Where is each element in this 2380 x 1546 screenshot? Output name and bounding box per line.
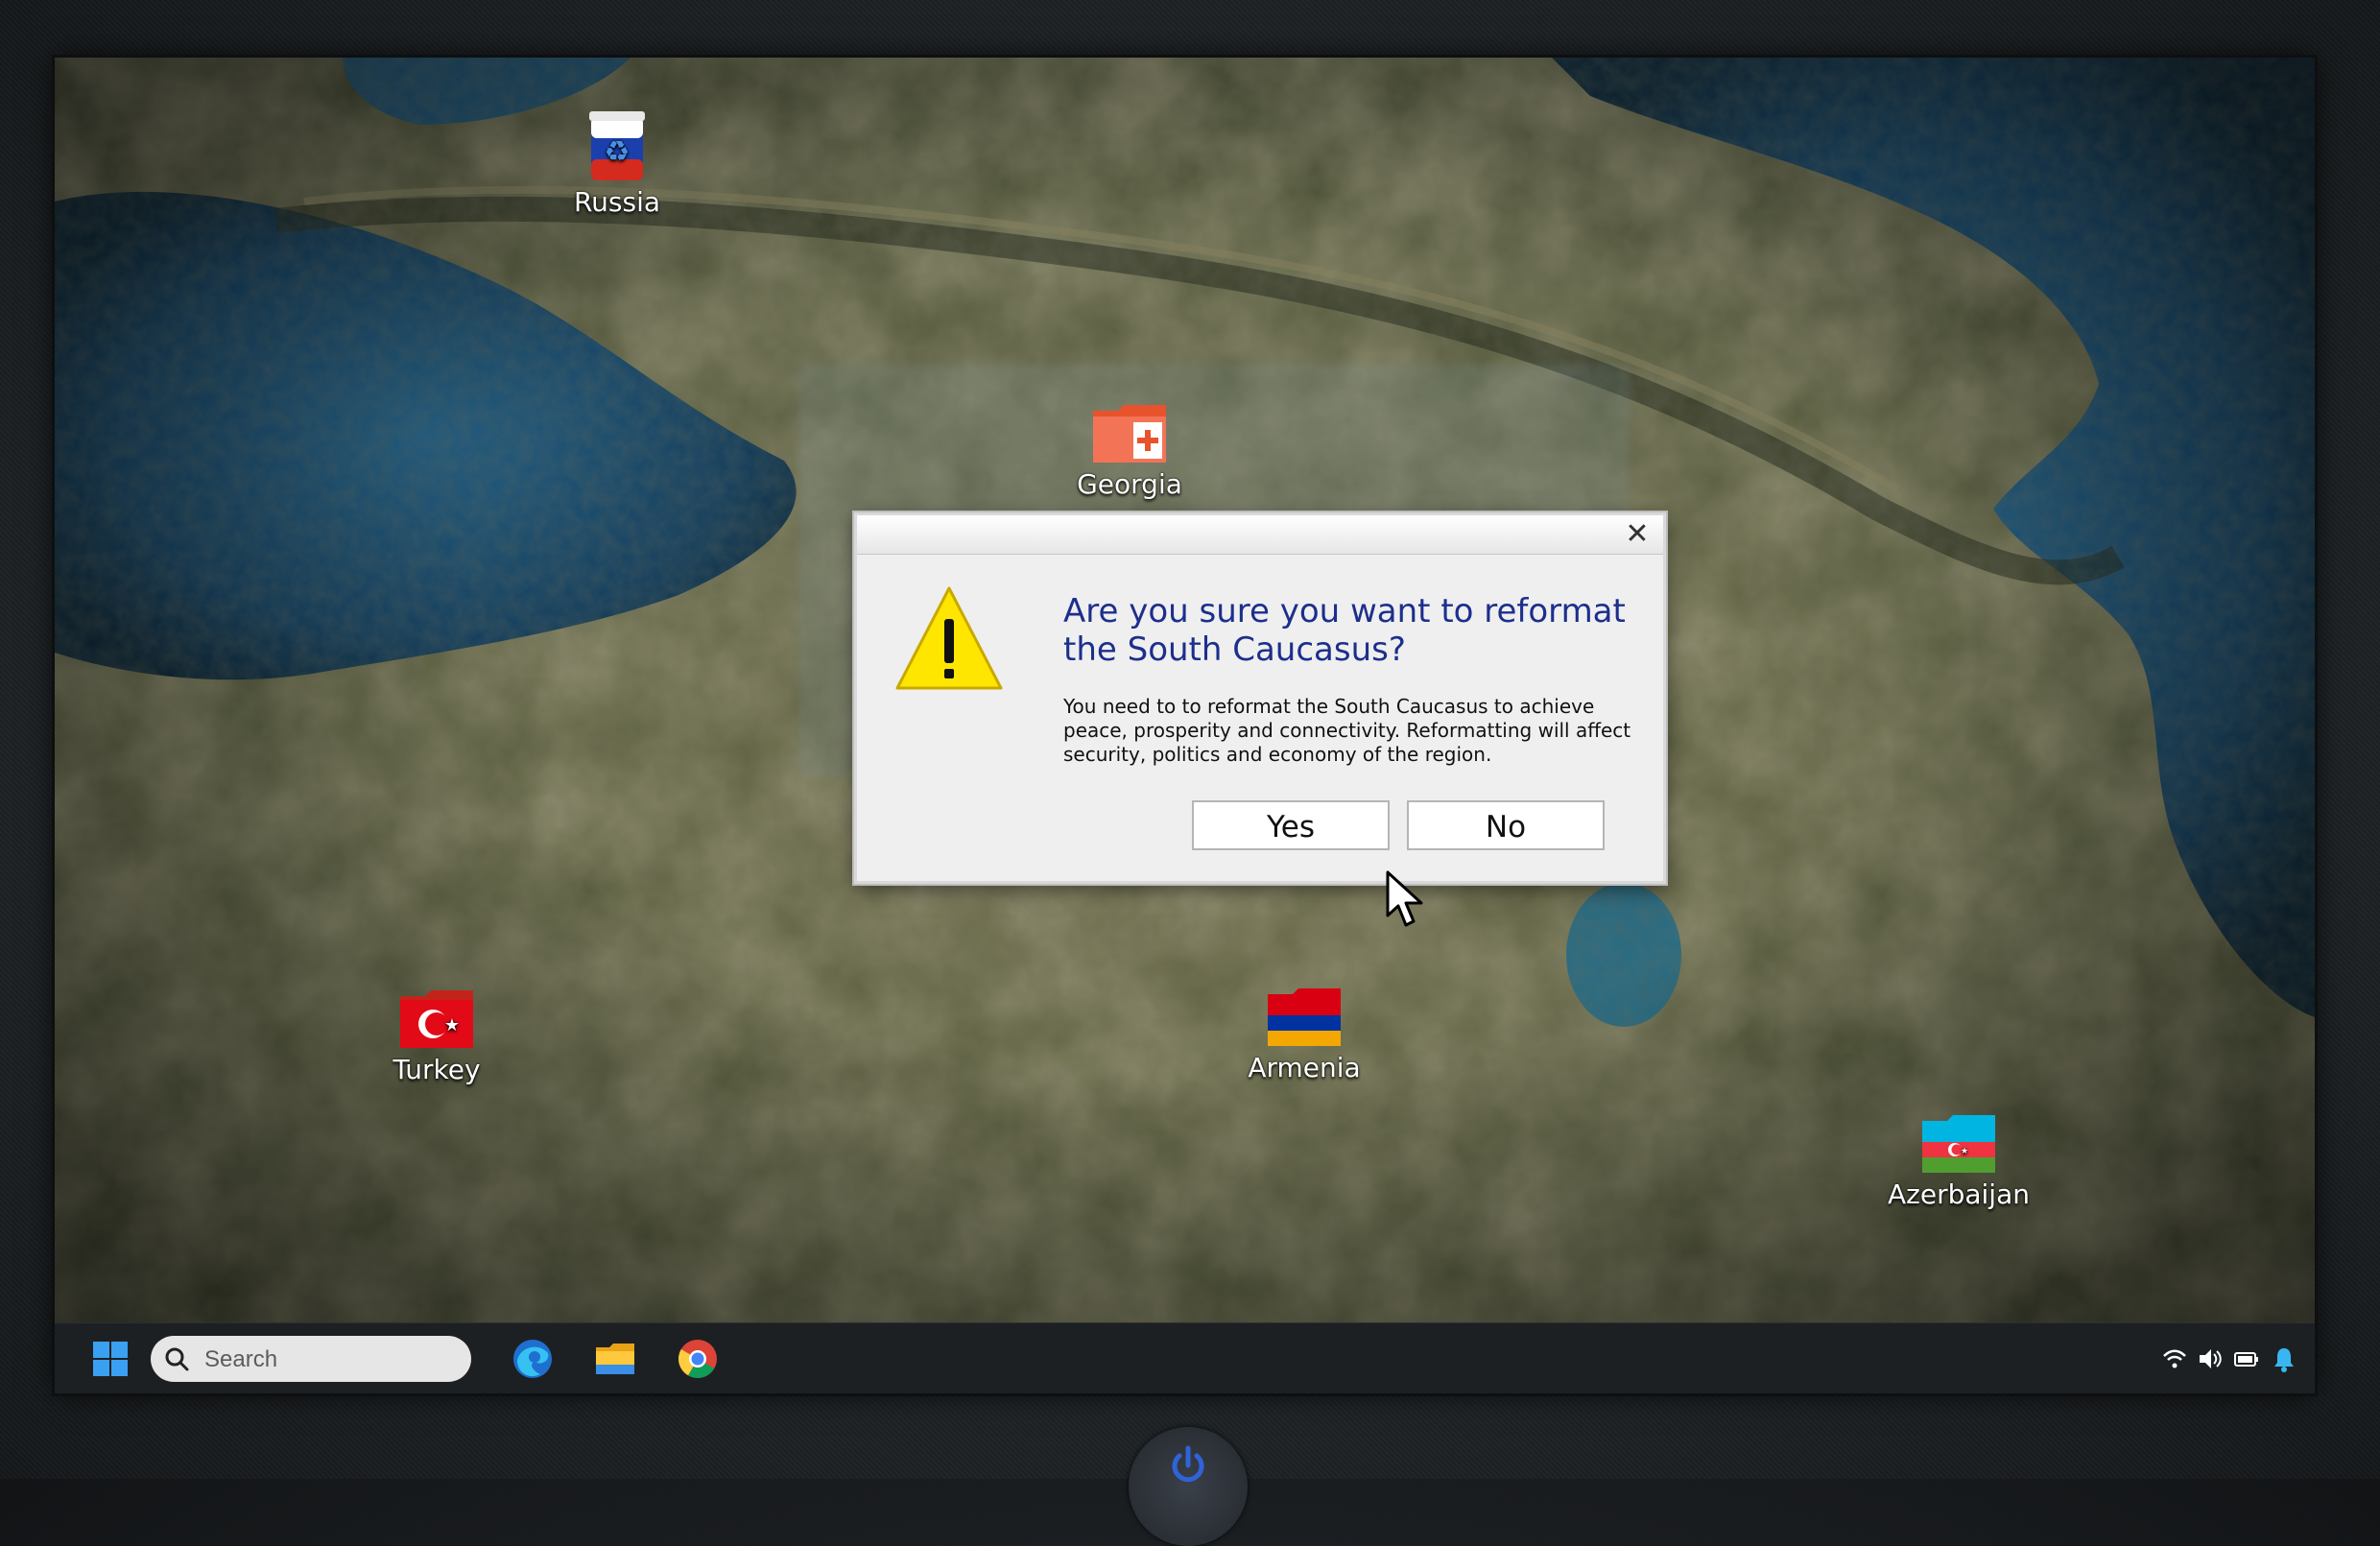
taskbar-search[interactable] [151, 1336, 471, 1382]
taskbar [55, 1322, 2315, 1393]
close-button[interactable]: ✕ [1623, 520, 1652, 549]
warning-icon [895, 586, 1003, 690]
dialog-titlebar: ✕ [857, 515, 1663, 555]
search-icon [165, 1347, 189, 1371]
desktop-icon-label: Azerbaijan [1888, 1178, 2030, 1210]
desktop-icon-azerbaijan[interactable]: ★ Azerbaijan [1863, 1113, 2055, 1210]
power-icon [1172, 1445, 1204, 1483]
edge-browser-icon[interactable] [510, 1336, 556, 1382]
windows-start-icon[interactable] [91, 1340, 130, 1378]
folder-armenia-flag-icon [1268, 988, 1341, 1046]
desktop-icon-label: Armenia [1248, 1052, 1361, 1083]
desktop-screen: ♻ Russia Georgia ★ Turkey Armenia ★ Azer… [55, 58, 2315, 1393]
folder-georgia-flag-icon [1093, 405, 1166, 463]
battery-icon[interactable] [2233, 1344, 2260, 1373]
desktop-icon-armenia[interactable]: Armenia [1208, 987, 1400, 1083]
volume-icon[interactable] [2197, 1344, 2224, 1373]
file-explorer-icon[interactable] [592, 1336, 638, 1382]
svg-text:★: ★ [1961, 1147, 1968, 1156]
desktop-icon-turkey[interactable]: ★ Turkey [341, 988, 533, 1085]
dialog-title: Are you sure you want to reformat the So… [1063, 592, 1626, 669]
recycle-bin-russia-flag-icon: ♻ [589, 111, 645, 180]
desktop-icon-georgia[interactable]: Georgia [1034, 403, 1226, 500]
chrome-browser-icon[interactable] [675, 1336, 721, 1382]
power-button[interactable] [1129, 1427, 1248, 1546]
desktop-icon-label: Russia [573, 186, 661, 218]
desktop-icon-russia[interactable]: ♻ Russia [521, 107, 713, 218]
no-button[interactable]: No [1407, 800, 1605, 850]
desktop-icon-label: Georgia [1077, 468, 1182, 500]
yes-button[interactable]: Yes [1192, 800, 1390, 850]
folder-turkey-flag-icon: ★ [400, 990, 473, 1048]
mouse-cursor-icon [1386, 870, 1423, 927]
folder-azerbaijan-flag-icon: ★ [1922, 1115, 1995, 1173]
dialog-message: You need to to reformat the South Caucas… [1063, 695, 1631, 766]
wifi-icon[interactable] [2162, 1344, 2187, 1373]
confirm-dialog: ✕ Are you sure you want to reformat the … [854, 512, 1666, 884]
svg-text:★: ★ [444, 1015, 460, 1035]
notification-bell-icon[interactable] [2272, 1344, 2297, 1373]
search-input[interactable] [202, 1344, 456, 1376]
desktop-icon-label: Turkey [393, 1054, 481, 1085]
svg-text:♻: ♻ [605, 135, 631, 169]
